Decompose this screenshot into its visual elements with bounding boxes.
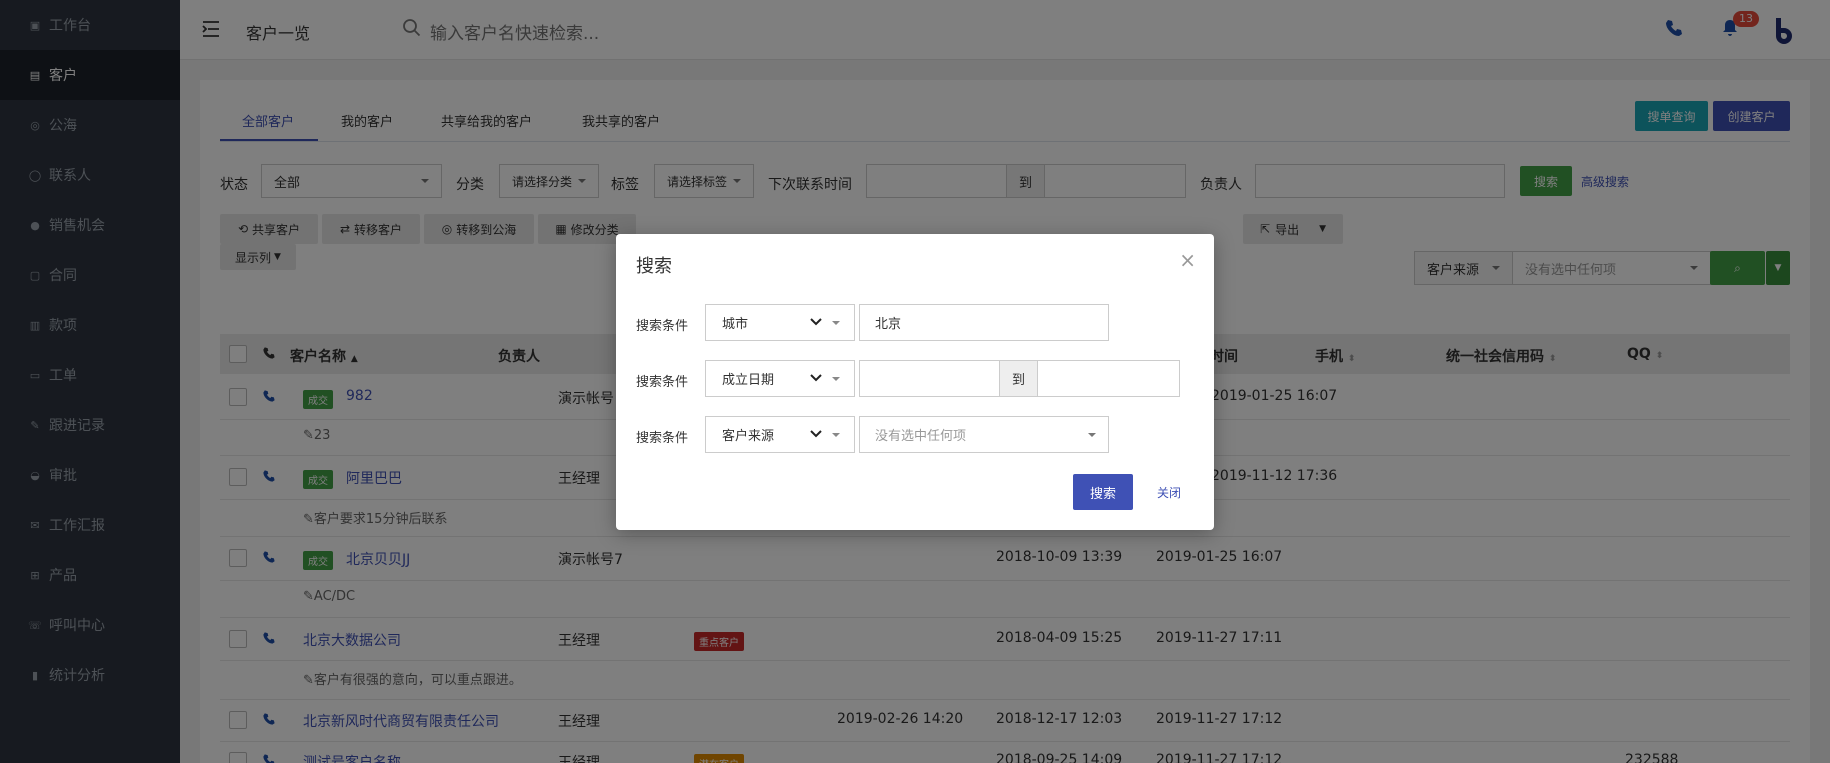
chevron-down-icon: [810, 430, 822, 438]
condition-field-value: 成立日期: [722, 373, 775, 388]
chevron-down-icon: [810, 374, 822, 382]
caret-down-icon: [832, 377, 840, 381]
dialog-search-button[interactable]: 搜索: [1073, 474, 1133, 510]
search-dialog: 搜索 × 搜索条件 城市 北京 搜索条件 成立日期 到 搜索条件 客户来源 没有…: [616, 234, 1214, 530]
caret-down-icon: [1088, 433, 1096, 437]
condition-label: 搜索条件: [636, 375, 689, 390]
date-range-separator: 到: [999, 360, 1038, 397]
date-to-input[interactable]: [1037, 360, 1180, 397]
source-placeholder: 没有选中任何项: [875, 429, 967, 444]
close-icon[interactable]: ×: [1179, 250, 1196, 270]
condition-field-value: 城市: [722, 317, 749, 332]
condition-field-value: 客户来源: [722, 429, 775, 444]
dialog-close-button[interactable]: 关闭: [1157, 484, 1181, 501]
condition-label: 搜索条件: [636, 431, 689, 446]
condition-field-select[interactable]: 城市: [705, 304, 855, 341]
condition-label: 搜索条件: [636, 319, 689, 334]
caret-down-icon: [832, 433, 840, 437]
condition-field-select[interactable]: 成立日期: [705, 360, 855, 397]
condition-field-select[interactable]: 客户来源: [705, 416, 855, 453]
date-from-input[interactable]: [859, 360, 1000, 397]
city-value-input[interactable]: 北京: [859, 304, 1109, 341]
dialog-title: 搜索: [636, 256, 672, 277]
source-multiselect[interactable]: 没有选中任何项: [859, 416, 1109, 453]
caret-down-icon: [832, 321, 840, 325]
chevron-down-icon: [810, 318, 822, 326]
